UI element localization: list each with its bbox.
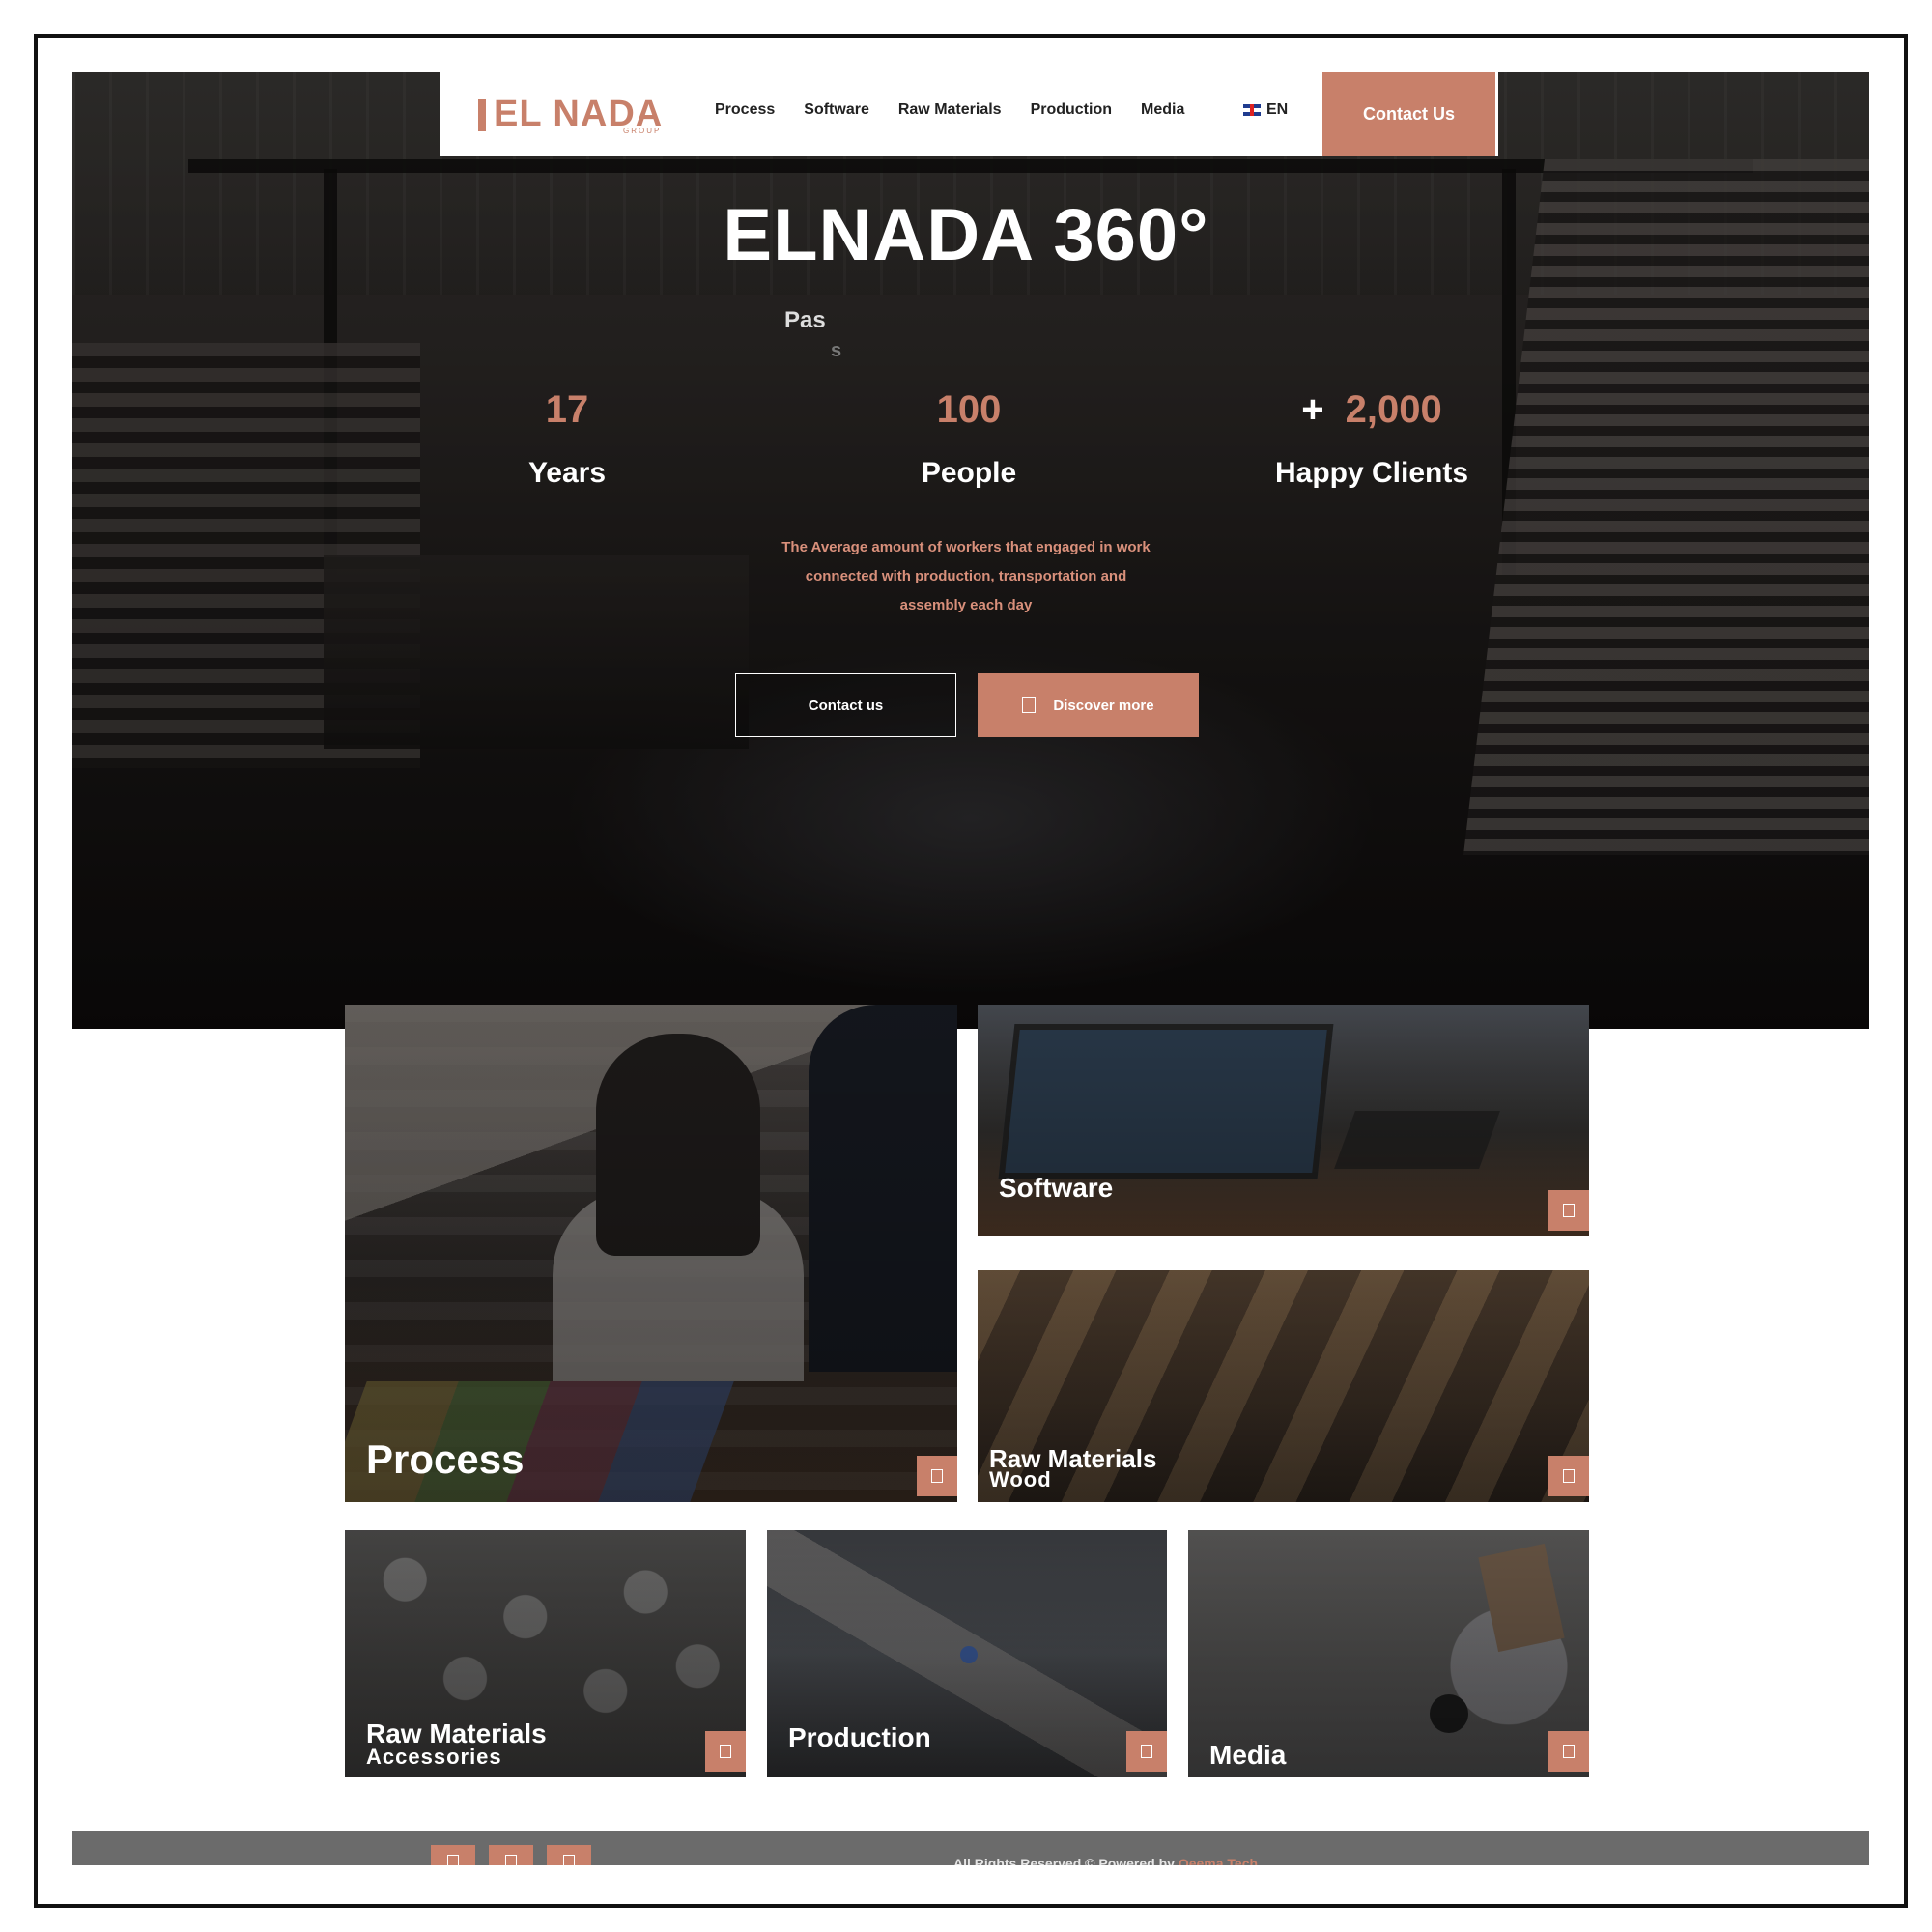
facebook-glyph-icon [447,1855,459,1865]
stat-value: 17 [545,388,589,431]
arrow-icon [931,1469,943,1483]
facebook-icon[interactable] [431,1845,475,1865]
typing-text: Pas [784,307,826,333]
uk-flag-icon [1243,104,1261,116]
instagram-icon[interactable] [489,1845,533,1865]
menu-item-raw-materials[interactable]: Raw Materials [898,101,1002,119]
card-software[interactable]: Software [978,1005,1589,1236]
linkedin-icon[interactable] [547,1845,591,1865]
stat-prefix: + [1301,388,1324,431]
copyright-text: All Rights Reserved © Powered by Qeema T… [953,1856,1258,1865]
menu-item-media[interactable]: Media [1141,101,1184,119]
arrow-icon [1563,1745,1575,1758]
card-subtitle: Accessories [366,1745,502,1769]
top-navbar: EL NADA GROUP Process Software Raw Mater… [440,72,1498,156]
card-subtitle: Wood [989,1467,1052,1492]
instagram-glyph-icon [505,1855,517,1865]
discover-more-button[interactable]: Discover more [978,673,1199,737]
logo-mark-icon [478,98,486,131]
arrow-icon [1563,1469,1575,1483]
footer: All Rights Reserved © Powered by Qeema T… [72,1831,1869,1865]
card-raw-materials-wood[interactable]: Raw Materials Wood [978,1270,1589,1502]
language-switcher[interactable]: EN [1243,101,1288,119]
main-menu: Process Software Raw Materials Productio… [715,101,1213,119]
language-label: EN [1266,101,1289,118]
typing-ghost-text: s [831,340,842,361]
stat-people: 100 People [824,388,1114,490]
hero-title: ELNADA 360° [723,194,1209,276]
card-arrow-button[interactable] [1548,1456,1589,1496]
card-process[interactable]: Process [345,1005,957,1502]
stat-label: Happy Clients [1274,457,1469,489]
arrow-icon [1563,1204,1575,1217]
menu-item-software[interactable]: Software [804,101,869,119]
menu-item-process[interactable]: Process [715,101,775,119]
stat-value: 2,000 [1345,388,1442,431]
elnada-logo[interactable]: EL NADA GROUP [478,94,663,135]
contact-us-hero-button[interactable]: Contact us [735,673,956,737]
stat-clients: +2,000 Happy Clients [1227,388,1517,490]
stat-value: 100 [936,388,1002,431]
stat-years: 17 Years [422,388,712,490]
card-arrow-button[interactable] [1126,1731,1167,1772]
card-media[interactable]: Media [1188,1530,1589,1777]
button-label: Discover more [1053,696,1154,714]
stat-label: People [921,457,1017,489]
card-production[interactable]: Production [767,1530,1167,1777]
card-overlay [345,1005,957,1502]
logo-subtext: GROUP [623,127,662,135]
stat-value-row: +2,000 [1227,388,1517,432]
linkedin-glyph-icon [563,1855,575,1865]
stat-label: Years [527,457,607,489]
arrow-icon [1022,697,1037,713]
powered-by-link[interactable]: Qeema Tech [1179,1856,1258,1865]
copyright-label: All Rights Reserved © Powered by [953,1856,1175,1865]
menu-item-production[interactable]: Production [1031,101,1112,119]
card-arrow-button[interactable] [917,1456,957,1496]
card-arrow-button[interactable] [705,1731,746,1772]
card-title: Software [999,1173,1114,1203]
card-title: Raw Materials [366,1719,547,1748]
card-title: Process [366,1436,525,1482]
card-arrow-button[interactable] [1548,1731,1589,1772]
arrow-icon [720,1745,731,1758]
card-title: Media [1209,1740,1287,1770]
card-title: Production [788,1722,931,1752]
button-label: Contact us [808,696,884,714]
arrow-icon [1141,1745,1152,1758]
card-raw-materials-accessories[interactable]: Raw Materials Accessories [345,1530,746,1777]
contact-us-button[interactable]: Contact Us [1322,72,1495,156]
hero-description: The Average amount of workers that engag… [781,539,1151,613]
card-arrow-button[interactable] [1548,1190,1589,1231]
